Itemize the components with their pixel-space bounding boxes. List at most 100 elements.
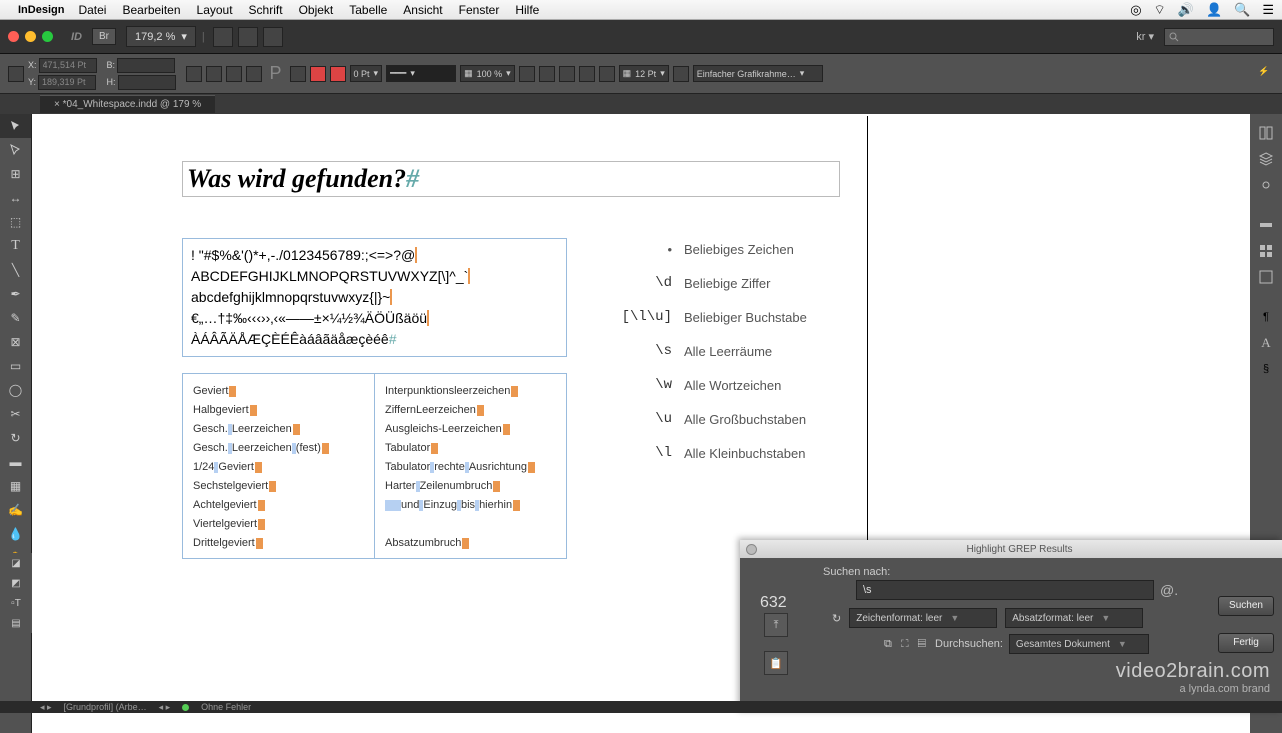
zoom-window-icon[interactable] <box>42 31 53 42</box>
flip-v-icon[interactable] <box>246 66 262 82</box>
menu-view[interactable]: Ansicht <box>403 3 442 17</box>
paragraph-panel-icon[interactable]: ¶ <box>1250 304 1282 330</box>
characters-text-frame[interactable]: ! "#$%&'()*+,-./0123456789:;<=>?@ ABCDEF… <box>182 238 567 357</box>
done-button[interactable]: Fertig <box>1218 633 1274 653</box>
minimize-window-icon[interactable] <box>25 31 36 42</box>
help-search-input[interactable] <box>1164 28 1274 46</box>
volume-icon[interactable]: 🔊 <box>1178 2 1194 18</box>
direct-selection-tool[interactable] <box>0 138 31 162</box>
scope-icons[interactable]: ⧉ ⛶ ▤ <box>884 638 929 651</box>
scissors-tool[interactable]: ✂ <box>0 402 31 426</box>
para-format-select[interactable]: Absatzformat: leer▼ <box>1005 608 1143 628</box>
workspace-select[interactable]: kr ▾ <box>1136 30 1154 43</box>
swatches-panel-icon[interactable] <box>1250 264 1282 290</box>
opacity-input[interactable]: ▦ 100 %▾ <box>460 65 515 82</box>
width-input[interactable] <box>117 58 175 73</box>
rectangle-frame-tool[interactable]: ⊠ <box>0 330 31 354</box>
frame-fitting-select[interactable]: Einfacher Grafikrahme…▾ <box>693 65 823 82</box>
preflight-status[interactable]: Ohne Fehler <box>201 702 251 712</box>
shear-icon[interactable] <box>206 66 222 82</box>
menu-layout[interactable]: Layout <box>197 3 233 17</box>
y-position-input[interactable] <box>38 75 96 90</box>
special-chars-button[interactable]: @. <box>1160 582 1178 598</box>
flip-h-icon[interactable] <box>226 66 242 82</box>
height-input[interactable] <box>118 75 176 90</box>
default-fill-stroke-icon[interactable]: ◩ <box>0 573 32 593</box>
cc-icon[interactable]: ◎ <box>1130 2 1141 18</box>
stroke-panel-icon[interactable] <box>1250 212 1282 238</box>
screen-mode-normal-icon[interactable]: ▤ <box>0 613 32 633</box>
search-input[interactable] <box>856 580 1154 600</box>
corner-options-icon[interactable] <box>599 66 615 82</box>
wrap-shape-icon[interactable] <box>579 66 595 82</box>
spotlight-icon[interactable]: 🔍 <box>1234 2 1250 18</box>
menu-object[interactable]: Objekt <box>299 3 334 17</box>
menu-type[interactable]: Schrift <box>249 3 283 17</box>
wifi-icon[interactable]: ⌔ <box>1154 2 1166 18</box>
pencil-tool[interactable]: ✎ <box>0 306 31 330</box>
note-tool[interactable]: ✍ <box>0 498 31 522</box>
layers-panel-icon[interactable] <box>1250 146 1282 172</box>
menu-help[interactable]: Hilfe <box>515 3 539 17</box>
zoom-select[interactable]: 179,2 %▾ <box>126 26 196 47</box>
screen-mode-button[interactable] <box>238 27 258 47</box>
color-panel-icon[interactable] <box>1250 238 1282 264</box>
wrap-bbox-icon[interactable] <box>559 66 575 82</box>
view-options-button[interactable] <box>213 27 233 47</box>
rectangle-tool[interactable]: ▭ <box>0 354 31 378</box>
links-panel-icon[interactable] <box>1250 172 1282 198</box>
stroke-icon[interactable] <box>330 66 346 82</box>
eyedropper-tool[interactable]: 💧 <box>0 522 31 546</box>
fill-icon[interactable] <box>310 66 326 82</box>
title-text-frame[interactable]: Was wird gefunden?# <box>182 161 840 197</box>
bridge-button[interactable]: Br <box>92 28 116 45</box>
app-name[interactable]: InDesign <box>18 4 64 16</box>
menu-edit[interactable]: Bearbeiten <box>122 3 180 17</box>
menu-file[interactable]: Datei <box>78 3 106 17</box>
gap-input[interactable]: ▦ 12 Pt▾ <box>619 65 669 82</box>
wrap-none-icon[interactable] <box>539 66 555 82</box>
char-format-select[interactable]: Zeichenformat: leer▼ <box>849 608 997 628</box>
ellipse-tool[interactable]: ◯ <box>0 378 31 402</box>
quick-apply-icon[interactable]: ⚡ <box>1258 66 1274 82</box>
preflight-profile[interactable]: [Grundprofil] (Arbe… <box>64 702 147 712</box>
window-controls[interactable] <box>8 31 53 42</box>
fill-stroke-icon[interactable]: ◪ <box>0 553 32 573</box>
pen-tool[interactable]: ✒ <box>0 282 31 306</box>
gradient-swatch-tool[interactable]: ▬ <box>0 450 31 474</box>
fit-content-icon[interactable] <box>673 66 689 82</box>
line-tool[interactable]: ╲ <box>0 258 31 282</box>
stroke-weight-input[interactable]: 0 Pt▾ <box>350 65 383 82</box>
scope-select[interactable]: Gesamtes Dokument▼ <box>1009 634 1149 654</box>
menu-extras-icon[interactable]: ☰ <box>1262 2 1274 18</box>
character-panel-icon[interactable]: A <box>1250 330 1282 356</box>
select-container-icon[interactable] <box>290 66 306 82</box>
spaces-text-frame[interactable]: GeviertHalbgeviertGesch.LeerzeichenGesch… <box>182 373 567 559</box>
user-icon[interactable]: 👤 <box>1206 2 1222 18</box>
menu-window[interactable]: Fenster <box>459 3 500 17</box>
rotate-icon[interactable] <box>186 66 202 82</box>
type-tool[interactable]: T <box>0 234 31 258</box>
content-collector-tool[interactable]: ⬚ <box>0 210 31 234</box>
panel-titlebar[interactable]: Highlight GREP Results <box>740 540 1282 558</box>
scroll-top-button[interactable]: ⤒ <box>764 613 788 637</box>
gap-tool[interactable]: ↔ <box>0 186 31 210</box>
selection-tool[interactable] <box>0 114 31 138</box>
close-panel-icon[interactable] <box>746 544 757 555</box>
free-transform-tool[interactable]: ↻ <box>0 426 31 450</box>
clipboard-button[interactable]: 📋 <box>764 651 788 675</box>
object-styles-panel-icon[interactable]: § <box>1250 356 1282 382</box>
arrange-button[interactable] <box>263 27 283 47</box>
reference-point-icon[interactable] <box>8 66 24 82</box>
page-tool[interactable]: ⊞ <box>0 162 31 186</box>
document-tab[interactable]: × *04_Whitespace.indd @ 179 % <box>40 95 215 113</box>
refresh-icon[interactable]: ↻ <box>832 612 841 625</box>
formatting-affects-icon[interactable]: ▫T <box>0 593 32 613</box>
pages-panel-icon[interactable] <box>1250 120 1282 146</box>
close-window-icon[interactable] <box>8 31 19 42</box>
stroke-style-select[interactable]: ━━━▾ <box>386 65 456 82</box>
menu-table[interactable]: Tabelle <box>349 3 387 17</box>
effects-icon[interactable] <box>519 66 535 82</box>
search-button[interactable]: Suchen <box>1218 596 1274 616</box>
gradient-feather-tool[interactable]: ▦ <box>0 474 31 498</box>
